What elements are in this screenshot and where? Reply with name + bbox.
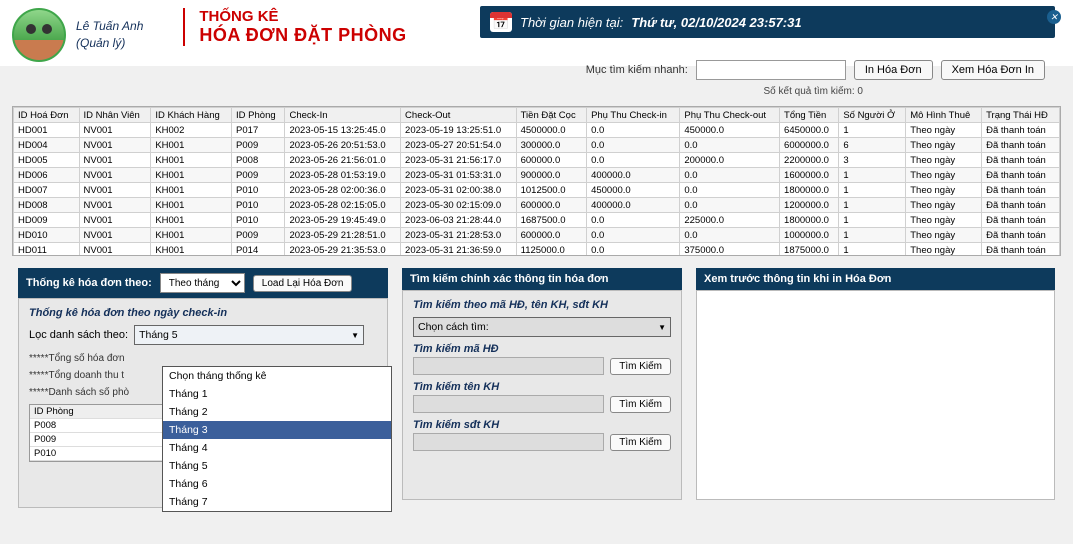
table-header[interactable]: ID Khách Hàng	[151, 108, 232, 123]
table-header[interactable]: Check-In	[285, 108, 401, 123]
search-sdt-button[interactable]: Tìm Kiếm	[610, 434, 671, 451]
reload-button[interactable]: Load Lại Hóa Đơn	[253, 275, 353, 292]
page-title-2: HÓA ĐƠN ĐẶT PHÒNG	[199, 25, 406, 46]
table-header[interactable]: Mô Hình Thuê	[906, 108, 982, 123]
table-row[interactable]: HD005NV001KH001P0082023-05-26 21:56:01.0…	[14, 153, 1060, 168]
view-printed-button[interactable]: Xem Hóa Đơn In	[941, 60, 1045, 80]
page-title-1: THỐNG KÊ	[199, 8, 406, 25]
chevron-down-icon: ▼	[658, 323, 666, 332]
dropdown-option[interactable]: Tháng 4	[163, 439, 391, 457]
table-row[interactable]: HD009NV001KH001P0102023-05-29 19:45:49.0…	[14, 213, 1060, 228]
table-header[interactable]: Số Người Ở	[839, 108, 906, 123]
stats-mode-select[interactable]: Theo tháng	[160, 273, 245, 293]
search-method-select[interactable]: Chọn cách tìm: ▼	[413, 317, 671, 337]
dropdown-option[interactable]: Tháng 6	[163, 475, 391, 493]
dropdown-option[interactable]: Tháng 2	[163, 403, 391, 421]
quick-search-label: Mục tìm kiếm nhanh:	[586, 64, 688, 76]
time-label: Thời gian hiện tại:	[520, 15, 623, 30]
filter-label: Lọc danh sách theo:	[29, 329, 128, 341]
panel2-sub: Tìm kiếm theo mã HĐ, tên KH, sđt KH	[413, 299, 671, 311]
search-hd-button[interactable]: Tìm Kiếm	[610, 358, 671, 375]
search-kh-input[interactable]	[413, 395, 604, 413]
panel3-header: Xem trước thông tin khi in Hóa Đơn	[696, 268, 1055, 290]
table-row[interactable]: HD008NV001KH001P0102023-05-28 02:15:05.0…	[14, 198, 1060, 213]
dropdown-option[interactable]: Tháng 1	[163, 385, 391, 403]
panel1-sub: Thống kê hóa đơn theo ngày check-in	[29, 307, 377, 319]
search-kh-label: Tìm kiếm tên KH	[413, 381, 671, 393]
quick-search-input[interactable]	[696, 60, 846, 80]
result-count: Số kết quả tìm kiếm: 0	[764, 86, 864, 97]
search-hd-input[interactable]	[413, 357, 604, 375]
table-row[interactable]: HD011NV001KH001P0142023-05-29 21:35:53.0…	[14, 243, 1060, 257]
table-header[interactable]: ID Hoá Đơn	[14, 108, 80, 123]
dropdown-option[interactable]: Tháng 5	[163, 457, 391, 475]
dropdown-option[interactable]: Tháng 7	[163, 493, 391, 511]
time-value: Thứ tư, 02/10/2024 23:57:31	[631, 15, 801, 30]
table-row[interactable]: HD001NV001KH002P0172023-05-15 13:25:45.0…	[14, 123, 1060, 138]
panel1-header: Thống kê hóa đơn theo:	[26, 277, 152, 289]
table-header[interactable]: Phụ Thu Check-in	[587, 108, 680, 123]
user-name: Lê Tuấn Anh	[76, 18, 143, 35]
dropdown-placeholder[interactable]: Chọn tháng thống kê	[163, 367, 391, 385]
avatar	[12, 8, 66, 62]
table-row[interactable]: HD004NV001KH001P0092023-05-26 20:51:53.0…	[14, 138, 1060, 153]
table-header[interactable]: ID Phòng	[232, 108, 285, 123]
table-row[interactable]: HD010NV001KH001P0092023-05-29 21:28:51.0…	[14, 228, 1060, 243]
month-filter-select[interactable]: Tháng 5 ▼	[134, 325, 364, 345]
invoice-table[interactable]: ID Hoá ĐơnID Nhân ViênID Khách HàngID Ph…	[13, 107, 1060, 256]
print-preview-area	[696, 290, 1055, 500]
total-invoices-label: *****Tổng số hóa đơn	[29, 353, 377, 364]
table-header[interactable]: ID Nhân Viên	[79, 108, 151, 123]
table-header[interactable]: Tổng Tiền	[780, 108, 839, 123]
table-header[interactable]: Phụ Thu Check-out	[680, 108, 780, 123]
panel2-header: Tìm kiếm chính xác thông tin hóa đơn	[402, 268, 682, 290]
user-role: (Quản lý)	[76, 35, 143, 52]
month-dropdown-list[interactable]: Chọn tháng thống kê Tháng 1Tháng 2Tháng …	[162, 366, 392, 512]
table-header[interactable]: Tiền Đặt Cọc	[516, 108, 586, 123]
dropdown-option[interactable]: Tháng 3	[163, 421, 391, 439]
chevron-down-icon: ▼	[351, 331, 359, 340]
close-icon[interactable]: ✕	[1047, 10, 1061, 24]
time-bar: Thời gian hiện tại: Thứ tư, 02/10/2024 2…	[480, 6, 1055, 38]
search-kh-button[interactable]: Tìm Kiếm	[610, 396, 671, 413]
print-button[interactable]: In Hóa Đơn	[854, 60, 933, 80]
search-hd-label: Tìm kiếm mã HĐ	[413, 343, 671, 355]
table-row[interactable]: HD006NV001KH001P0092023-05-28 01:53:19.0…	[14, 168, 1060, 183]
search-sdt-input[interactable]	[413, 433, 604, 451]
calendar-icon	[490, 12, 512, 32]
table-header[interactable]: Trạng Thái HĐ	[982, 108, 1060, 123]
table-row[interactable]: HD007NV001KH001P0102023-05-28 02:00:36.0…	[14, 183, 1060, 198]
table-header[interactable]: Check-Out	[401, 108, 517, 123]
search-sdt-label: Tìm kiếm sđt KH	[413, 419, 671, 431]
